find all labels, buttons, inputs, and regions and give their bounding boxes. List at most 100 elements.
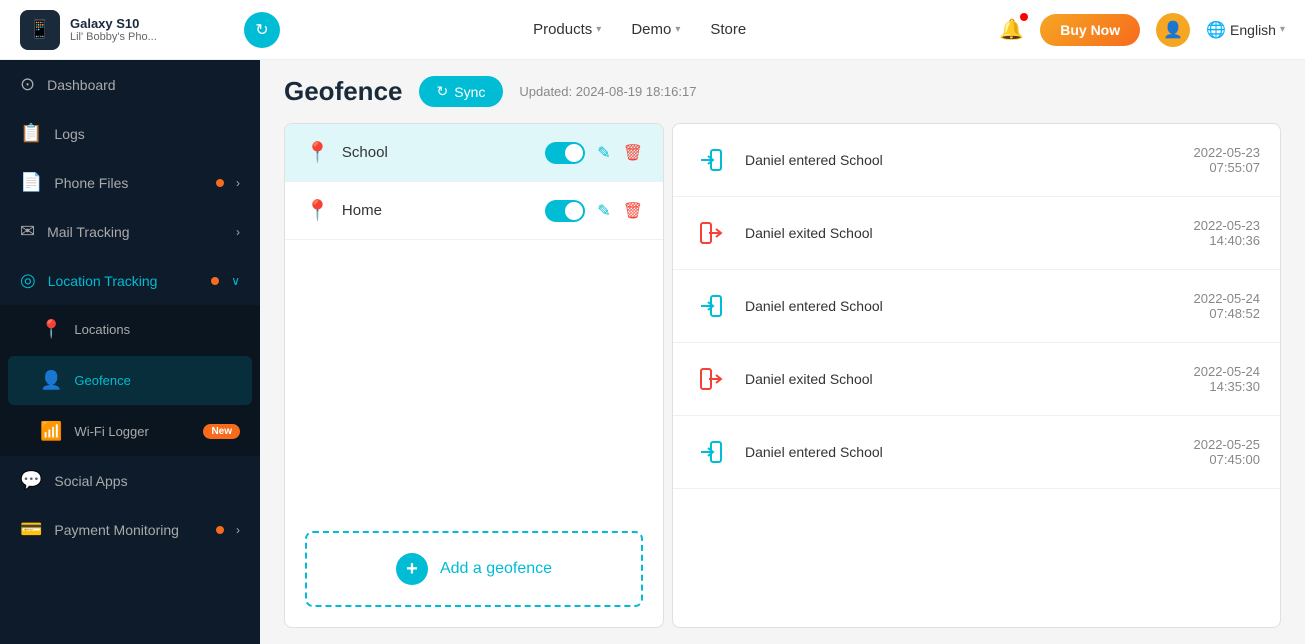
event-description: Daniel exited School xyxy=(745,225,1178,241)
page-title: Geofence xyxy=(284,76,403,107)
nav-products-label: Products xyxy=(533,21,592,38)
user-avatar[interactable]: 👤 xyxy=(1156,13,1190,47)
notification-dot xyxy=(216,526,224,534)
event-row: Daniel exited School 2022-05-24 14:35:30 xyxy=(673,343,1280,416)
device-sub: Lil' Bobby's Pho... xyxy=(70,31,157,43)
new-badge: New xyxy=(203,424,240,439)
sidebar-item-label: Geofence xyxy=(74,373,232,388)
phone-files-icon: 📄 xyxy=(20,172,42,193)
geofence-events: Daniel entered School 2022-05-23 07:55:07… xyxy=(672,123,1281,628)
pin-icon: 📍 xyxy=(40,319,62,340)
plus-icon: + xyxy=(396,553,428,585)
geofence-row-school[interactable]: 📍 School ✎ 🗑 xyxy=(285,124,663,182)
sidebar-item-dashboard[interactable]: ⊙ Dashboard xyxy=(0,60,260,109)
buy-now-button[interactable]: Buy Now xyxy=(1040,14,1140,46)
event-row: Daniel entered School 2022-05-25 07:45:00 xyxy=(673,416,1280,489)
sidebar-item-payment-monitoring[interactable]: 💳 Payment Monitoring › xyxy=(0,505,260,554)
updated-timestamp: Updated: 2024-08-19 18:16:17 xyxy=(519,84,696,99)
location-tracking-icon: ◎ xyxy=(20,270,36,291)
sidebar-item-label: Social Apps xyxy=(54,473,240,489)
sidebar-item-logs[interactable]: 📋 Logs xyxy=(0,109,260,158)
sidebar-item-label: Dashboard xyxy=(47,77,240,93)
sync-circle-icon[interactable]: ↻ xyxy=(244,12,280,48)
delete-icon[interactable]: 🗑 xyxy=(623,201,643,221)
sidebar-item-wifi-logger[interactable]: 📶 Wi-Fi Logger New xyxy=(0,407,260,456)
geofence-row-home[interactable]: 📍 Home ✎ 🗑 xyxy=(285,182,663,240)
mail-icon: ✉ xyxy=(20,221,35,242)
event-timestamp: 2022-05-24 07:48:52 xyxy=(1194,291,1261,321)
event-row: Daniel entered School 2022-05-23 07:55:07 xyxy=(673,124,1280,197)
content: Geofence ↻ Sync Updated: 2024-08-19 18:1… xyxy=(260,60,1305,644)
event-row: Daniel exited School2022-05-23 14:40:36 xyxy=(673,197,1280,270)
nav-store-label: Store xyxy=(710,21,746,38)
fence-toggle-home[interactable] xyxy=(545,200,585,222)
notification-badge xyxy=(1020,13,1028,21)
logs-icon: 📋 xyxy=(20,123,42,144)
enter-icon xyxy=(693,142,729,178)
nav-demo[interactable]: Demo ▾ xyxy=(631,21,680,38)
chevron-down-icon: ∨ xyxy=(231,274,240,288)
sidebar-item-geofence[interactable]: 👤 Geofence xyxy=(8,356,252,405)
chevron-down-icon: ▾ xyxy=(675,24,680,35)
geofence-list: 📍 School ✎ 🗑 📍 Home ✎ 🗑 + xyxy=(284,123,664,628)
fence-name: Home xyxy=(342,202,533,219)
sidebar-item-label: Logs xyxy=(54,126,240,142)
header-left: 📱 Galaxy S10 Lil' Bobby's Pho... ↻ xyxy=(20,10,280,50)
bell-icon[interactable]: 🔔 xyxy=(999,19,1024,41)
chevron-right-icon: › xyxy=(236,523,240,537)
nav-products[interactable]: Products ▾ xyxy=(533,21,601,38)
event-timestamp: 2022-05-25 07:45:00 xyxy=(1194,437,1261,467)
sidebar-item-social-apps[interactable]: 💬 Social Apps xyxy=(0,456,260,505)
sidebar-item-label: Locations xyxy=(74,322,240,337)
device-icon: 📱 xyxy=(20,10,60,50)
pin-icon: 📍 xyxy=(305,140,330,165)
chevron-down-icon: ▾ xyxy=(1280,24,1285,35)
payment-icon: 💳 xyxy=(20,519,42,540)
language-selector[interactable]: 🌐 English ▾ xyxy=(1206,20,1285,40)
sidebar: ⊙ Dashboard 📋 Logs 📄 Phone Files › ✉ Mai… xyxy=(0,60,260,644)
event-timestamp: 2022-05-24 14:35:30 xyxy=(1194,364,1261,394)
sync-button[interactable]: ↻ Sync xyxy=(419,76,504,107)
globe-icon: 🌐 xyxy=(1206,20,1226,40)
event-description: Daniel entered School xyxy=(745,152,1178,168)
nav-store[interactable]: Store xyxy=(710,21,746,38)
social-icon: 💬 xyxy=(20,470,42,491)
bell-wrapper: 🔔 xyxy=(999,17,1024,42)
chevron-right-icon: › xyxy=(236,225,240,239)
header-right: 🔔 Buy Now 👤 🌐 English ▾ xyxy=(999,13,1285,47)
sidebar-item-mail-tracking[interactable]: ✉ Mail Tracking › xyxy=(0,207,260,256)
geofence-content: 📍 School ✎ 🗑 📍 Home ✎ 🗑 + xyxy=(284,123,1281,628)
sidebar-item-label: Payment Monitoring xyxy=(54,522,204,538)
chevron-right-icon: › xyxy=(236,176,240,190)
device-name: Galaxy S10 xyxy=(70,16,157,31)
add-geofence-label: Add a geofence xyxy=(440,560,552,578)
wifi-icon: 📶 xyxy=(40,421,62,442)
language-label: English xyxy=(1230,22,1276,38)
sidebar-item-label: Phone Files xyxy=(54,175,204,191)
fence-toggle-school[interactable] xyxy=(545,142,585,164)
edit-icon[interactable]: ✎ xyxy=(597,201,610,221)
edit-icon[interactable]: ✎ xyxy=(597,143,610,163)
main-layout: ⊙ Dashboard 📋 Logs 📄 Phone Files › ✉ Mai… xyxy=(0,60,1305,644)
geofence-header: Geofence ↻ Sync Updated: 2024-08-19 18:1… xyxy=(260,60,1305,123)
sidebar-item-location-tracking[interactable]: ◎ Location Tracking ∨ xyxy=(0,256,260,305)
enter-icon xyxy=(693,434,729,470)
exit-icon xyxy=(693,361,729,397)
location-tracking-submenu: 📍 Locations 👤 Geofence 📶 Wi-Fi Logger Ne… xyxy=(0,305,260,456)
event-timestamp: 2022-05-23 07:55:07 xyxy=(1194,145,1261,175)
chevron-down-icon: ▾ xyxy=(596,24,601,35)
event-description: Daniel entered School xyxy=(745,298,1178,314)
pin-icon: 📍 xyxy=(305,198,330,223)
event-description: Daniel entered School xyxy=(745,444,1178,460)
add-geofence-button[interactable]: + Add a geofence xyxy=(305,531,643,607)
event-row: Daniel entered School 2022-05-24 07:48:52 xyxy=(673,270,1280,343)
fence-name: School xyxy=(342,144,533,161)
event-description: Daniel exited School xyxy=(745,371,1178,387)
sync-icon: ↻ xyxy=(437,83,449,100)
sidebar-item-phone-files[interactable]: 📄 Phone Files › xyxy=(0,158,260,207)
delete-icon[interactable]: 🗑 xyxy=(623,143,643,163)
sidebar-item-label: Mail Tracking xyxy=(47,224,224,240)
dashboard-icon: ⊙ xyxy=(20,74,35,95)
sidebar-item-locations[interactable]: 📍 Locations xyxy=(0,305,260,354)
sync-label: Sync xyxy=(454,84,485,100)
